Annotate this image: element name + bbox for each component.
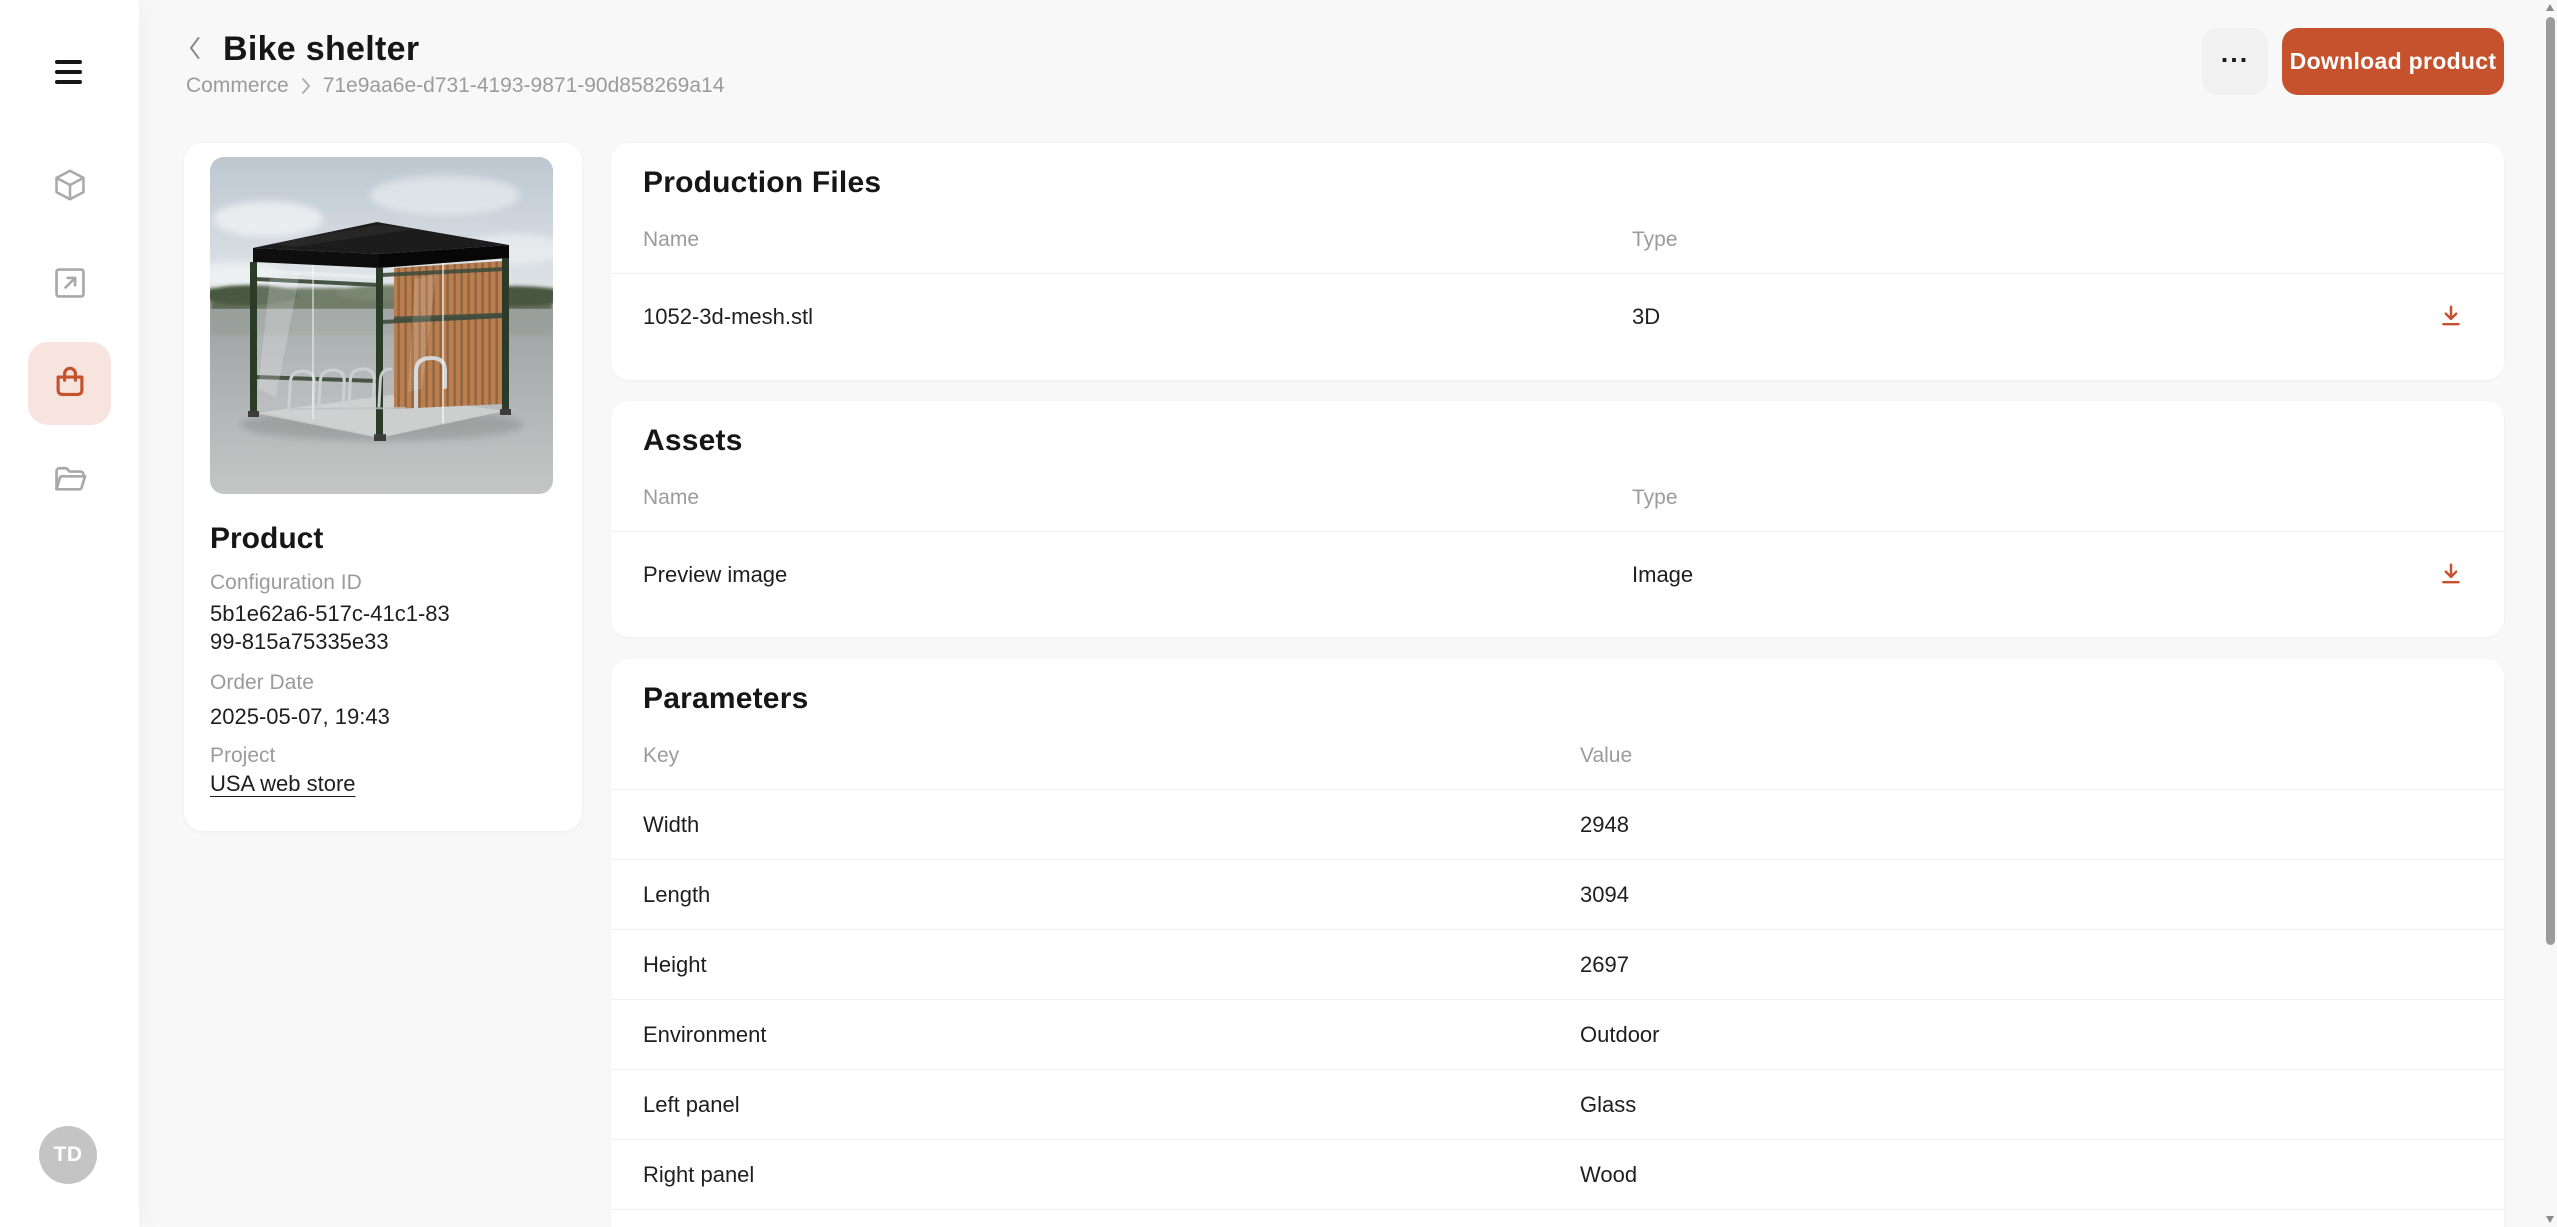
parameters-header: Key Value xyxy=(643,743,2472,769)
table-row: Height 2697 xyxy=(611,930,2504,1000)
ellipsis-icon: ... xyxy=(2221,40,2250,67)
breadcrumb-parent[interactable]: Commerce xyxy=(186,74,289,98)
param-value: 2697 xyxy=(1580,952,1629,978)
assets-header: Name Type xyxy=(643,485,2472,511)
assets-title: Assets xyxy=(643,423,2472,459)
back-button[interactable] xyxy=(180,34,210,66)
production-files-header: Name Type xyxy=(643,227,2472,253)
download-icon xyxy=(2437,560,2465,591)
asset-type: Image xyxy=(1632,562,1693,588)
column-header-type: Type xyxy=(1632,485,2472,511)
download-file-button[interactable] xyxy=(2435,301,2467,333)
project-link[interactable]: USA web store xyxy=(210,770,356,798)
app-window: TD Bike shelter Commerce 71e9aa6e-d731-4… xyxy=(0,0,2557,1227)
project-label: Project xyxy=(210,743,560,769)
configuration-id-label: Configuration ID xyxy=(210,570,560,596)
sidebar-item-products[interactable] xyxy=(28,146,111,229)
download-product-button[interactable]: Download product xyxy=(2282,28,2504,95)
param-key: Height xyxy=(643,952,1580,978)
file-type: 3D xyxy=(1632,304,1660,330)
product-preview-image xyxy=(210,157,553,494)
page-scrollbar xyxy=(2544,0,2557,1227)
table-row: Left panel Glass xyxy=(611,1070,2504,1140)
breadcrumb: Commerce 71e9aa6e-d731-4193-9871-90d8582… xyxy=(186,74,724,98)
sidebar-nav xyxy=(0,146,139,538)
scrollbar-thumb[interactable] xyxy=(2546,17,2555,945)
scrollbar-up-arrow[interactable] xyxy=(2546,4,2554,11)
param-value: 2948 xyxy=(1580,812,1629,838)
file-name: 1052-3d-mesh.stl xyxy=(643,304,1632,330)
asset-name: Preview image xyxy=(643,562,1632,588)
scrollbar-down-arrow[interactable] xyxy=(2546,1216,2554,1223)
table-row: 1052-3d-mesh.stl 3D xyxy=(643,274,2472,360)
production-files-panel: Production Files Name Type 1052-3d-mesh.… xyxy=(611,143,2504,380)
param-value: Glass xyxy=(1580,1092,1636,1118)
hamburger-menu-icon[interactable] xyxy=(55,60,82,84)
param-key: Left panel xyxy=(643,1092,1580,1118)
column-header-value: Value xyxy=(1580,743,2472,769)
table-row: Length 3094 xyxy=(611,860,2504,930)
breadcrumb-current: 71e9aa6e-d731-4193-9871-90d858269a14 xyxy=(323,74,725,98)
table-row: Environment Outdoor xyxy=(611,1000,2504,1070)
download-asset-button[interactable] xyxy=(2435,559,2467,591)
param-value: Wood xyxy=(1580,1162,1637,1188)
param-key: Width xyxy=(643,812,1580,838)
param-key: Environment xyxy=(643,1022,1580,1048)
product-card: Product Configuration ID 5b1e62a6-517c-4… xyxy=(184,143,582,831)
user-avatar[interactable]: TD xyxy=(39,1126,97,1184)
table-row: Width 2948 xyxy=(611,790,2504,860)
column-header-key: Key xyxy=(643,743,1580,769)
product-card-title: Product xyxy=(210,521,560,557)
shopping-bag-icon xyxy=(51,362,89,405)
production-files-title: Production Files xyxy=(643,165,2472,201)
sidebar: TD xyxy=(0,0,139,1227)
sidebar-item-files[interactable] xyxy=(28,440,111,523)
sidebar-item-publish[interactable] xyxy=(28,244,111,327)
parameters-panel: Parameters Key Value Width 2948 Length 3… xyxy=(611,659,2504,1227)
folder-icon xyxy=(51,460,89,503)
external-link-icon xyxy=(51,264,89,307)
param-value: Outdoor xyxy=(1580,1022,1660,1048)
configuration-id-value: 5b1e62a6-517c-41c1-8399-815a75335e33 xyxy=(210,600,458,656)
more-actions-button[interactable]: ... xyxy=(2202,28,2268,95)
param-value: 3094 xyxy=(1580,882,1629,908)
param-key: Right panel xyxy=(643,1162,1580,1188)
sidebar-item-commerce[interactable] xyxy=(28,342,111,425)
cube-icon xyxy=(51,166,89,209)
header-actions: ... Download product xyxy=(2202,28,2504,95)
chevron-right-icon xyxy=(300,77,312,95)
chevron-left-icon xyxy=(187,35,203,66)
column-header-name: Name xyxy=(643,485,1632,511)
parameters-title: Parameters xyxy=(643,681,2472,717)
table-row: Preview image Image xyxy=(643,532,2472,618)
table-row: Right panel Wood xyxy=(611,1140,2504,1210)
page-title: Bike shelter xyxy=(223,30,419,69)
order-date-label: Order Date xyxy=(210,670,560,696)
column-header-name: Name xyxy=(643,227,1632,253)
assets-panel: Assets Name Type Preview image Image xyxy=(611,401,2504,637)
column-header-type: Type xyxy=(1632,227,2472,253)
order-date-value: 2025-05-07, 19:43 xyxy=(210,703,560,731)
param-key: Length xyxy=(643,882,1580,908)
download-icon xyxy=(2437,302,2465,333)
